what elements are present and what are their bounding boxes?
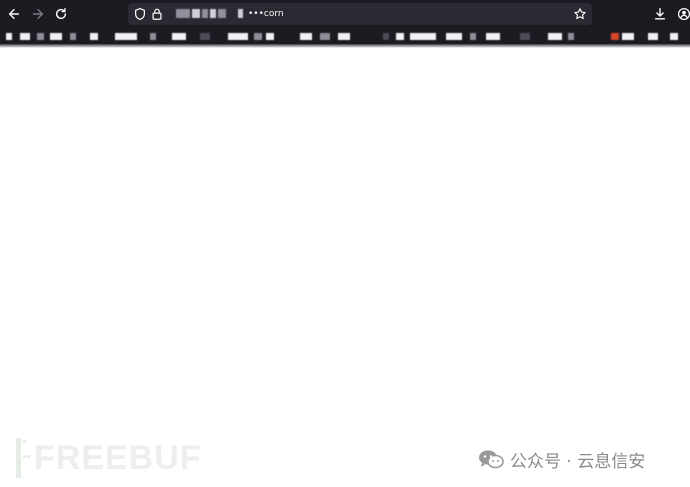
bookmark-item[interactable] [6, 33, 12, 40]
url-suffix: •••corn [248, 9, 284, 19]
freebuf-watermark: FREEBUF [16, 437, 202, 479]
redacted-url-part [210, 9, 216, 18]
bookmark-item[interactable] [410, 33, 436, 40]
bookmark-item[interactable] [648, 33, 658, 40]
redacted-url-part [176, 9, 190, 18]
bookmark-item[interactable] [338, 33, 350, 40]
bookmark-item[interactable] [254, 33, 262, 40]
bookmark-item[interactable] [486, 33, 500, 40]
redacted-url-part [238, 9, 243, 18]
account-button[interactable] [674, 4, 690, 24]
bookmark-item[interactable] [150, 33, 156, 40]
page-content [0, 48, 690, 487]
bookmark-item[interactable] [70, 33, 76, 40]
downloads-button[interactable] [650, 4, 670, 24]
bookmark-item[interactable] [300, 33, 312, 40]
bookmark-item[interactable] [383, 33, 389, 40]
wechat-account-label: 公众号 · 云息信安 [510, 451, 646, 472]
wechat-watermark: 公众号 · 云息信安 [478, 448, 646, 472]
bookmark-item[interactable] [470, 33, 476, 40]
bookmark-item[interactable] [115, 33, 137, 40]
forward-button[interactable] [28, 4, 48, 24]
arrow-right-icon [32, 8, 44, 20]
redacted-url-part [218, 9, 226, 18]
lock-icon[interactable] [150, 7, 164, 21]
freebuf-logo-mark [16, 438, 32, 478]
bookmark-item[interactable] [446, 33, 462, 40]
bookmark-item[interactable] [90, 33, 98, 40]
bookmark-item[interactable] [670, 33, 678, 40]
browser-toolbar: •••corn [0, 0, 690, 28]
back-button[interactable] [4, 4, 24, 24]
download-icon [654, 8, 666, 20]
reload-icon [55, 8, 67, 20]
bookmarks-toolbar [0, 28, 690, 44]
wechat-icon [479, 450, 504, 469]
redacted-url-part [202, 9, 208, 18]
freebuf-wordmark: FREEBUF [34, 439, 202, 477]
bookmark-item[interactable] [611, 33, 619, 40]
bookmark-item[interactable] [37, 33, 44, 40]
bookmark-item[interactable] [520, 33, 530, 40]
tracking-shield-icon[interactable] [133, 7, 147, 21]
bookmark-item[interactable] [320, 33, 330, 40]
bookmark-item[interactable] [20, 33, 30, 40]
url-text[interactable]: •••corn [176, 7, 284, 21]
arrow-left-icon [8, 8, 20, 20]
bookmark-item[interactable] [568, 33, 574, 40]
star-icon[interactable] [573, 7, 587, 21]
reload-button[interactable] [51, 4, 71, 24]
bookmark-item[interactable] [200, 33, 210, 40]
bookmark-item[interactable] [50, 33, 62, 40]
bookmark-item[interactable] [548, 33, 562, 40]
redacted-url-part [192, 9, 200, 18]
url-bar[interactable]: •••corn [128, 3, 592, 25]
bookmark-item[interactable] [622, 33, 634, 40]
bookmark-item[interactable] [266, 33, 274, 40]
bookmark-item[interactable] [228, 33, 248, 40]
bookmark-item[interactable] [396, 33, 404, 40]
bookmark-item[interactable] [172, 33, 186, 40]
account-icon [677, 7, 690, 21]
